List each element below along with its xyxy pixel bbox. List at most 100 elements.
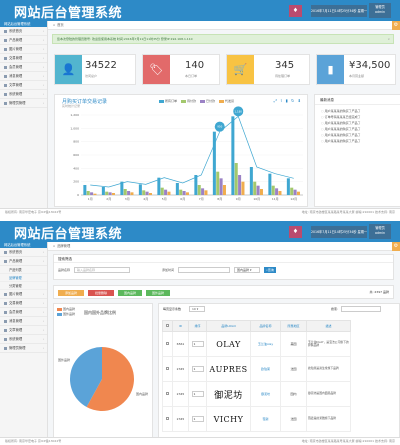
sidebar-item-article[interactable]: 文章管理 › [0,326,47,335]
breadcrumb-current[interactable]: 品牌管理 [57,244,70,248]
cell-description: 薇姿是欧莱雅旗下品牌 [306,406,351,432]
image-icon [4,47,7,51]
home-icon[interactable]: ⌂ [53,244,55,248]
bar-已付款 [238,175,242,195]
column-header[interactable]: 品牌LOGO [206,320,251,332]
chevron-right-icon: › [42,47,44,51]
domestic-brand-button[interactable]: 国内品牌 [118,290,142,296]
sidebar-item-image[interactable]: 图片管理 › [0,290,47,299]
sidebar-item-image[interactable]: 图片管理 › [0,45,47,54]
country-select[interactable]: 国内品牌 ▾ [234,267,260,273]
bar-代发货 [278,191,282,195]
sidebar-item-admin[interactable]: 管理员管理 › [0,99,47,108]
sidebar-subitem[interactable]: 品牌管理 [0,274,47,282]
sort-input[interactable]: 1 [191,391,204,397]
sort-input[interactable]: 1 [191,416,204,422]
row-checkbox[interactable] [166,417,169,420]
user-menu[interactable]: 管理员 admin [369,224,391,239]
column-header[interactable]: 描述 [306,320,351,332]
row-checkbox[interactable] [166,367,169,370]
chevron-right-icon: › [42,301,44,305]
stat-card-visits: 👤 34522 访问总户 [54,54,136,85]
sidebar-item-box[interactable]: 产品管理 › [0,36,47,45]
select-all-checkbox[interactable] [166,324,169,327]
app-logo: 网站后台管理系统 [14,227,123,242]
bar-已付款 [182,191,186,195]
page-size-select[interactable]: 10 ▾ [189,306,205,312]
sidebar-subitem[interactable]: 分类管理 [0,282,47,290]
sort-input[interactable]: 1 [191,341,204,347]
add-brand-button[interactable]: 添加品牌 [58,290,84,296]
brand-name-link[interactable]: 御泥坊 [250,381,281,407]
cell-id: 2345 [172,356,189,382]
user-icon [4,65,7,69]
bar-已付款 [293,189,297,195]
sidebar-subitem[interactable]: 产品列表 [0,266,47,274]
image-icon [4,292,7,296]
notification-button[interactable]: ♦ [289,5,302,17]
home-icon[interactable]: ⌂ [53,23,55,27]
bar-待付款 [123,189,127,195]
bar-所有订单 [83,185,87,195]
notification-button[interactable]: ♦ [289,226,302,238]
sidebar-item-admin[interactable]: 管理员管理 › [0,344,47,353]
row-checkbox[interactable] [166,392,169,395]
bar-代发货 [204,190,208,195]
column-header[interactable]: 所属地区 [280,320,307,332]
query-button[interactable]: ⌕查询 [264,267,276,273]
sidebar-item-user[interactable]: 会员管理 › [0,308,47,317]
foreign-brand-button[interactable]: 国外品牌 [146,290,170,296]
sidebar-item-home[interactable]: 系统首页 › [0,27,47,36]
table-search-input[interactable] [341,306,381,312]
sidebar: 网站后台管理系统 系统首页 › 产品管理 › 图片管理 › 交易管理 › 会员管理 › 消息管理 › 文… [0,21,48,208]
article-icon [4,328,7,332]
user-menu[interactable]: 管理员 admin [369,3,391,18]
username: admin [375,231,385,235]
chevron-right-icon: › [42,56,44,60]
sidebar-item-label: 消息管理 [9,74,23,78]
sort-input[interactable]: 1 [191,366,204,372]
table-row: 2345 1 AUPRES 欧珀莱 法国 欧珀莱是资生堂旗下品牌 [162,356,351,382]
breadcrumb-current[interactable]: 首页 [57,23,64,27]
bar-已付款 [145,191,149,195]
news-item[interactable]: 用户某某某的购买了产品了 [321,138,400,144]
x-tick-label: 10月 [253,197,260,201]
top-header: 网站后台管理系统 ♦ 2016年7月11日14时25分34秒 星期一 管理员 a… [0,0,400,21]
sidebar-item-home[interactable]: 系统首页 › [0,248,47,257]
sidebar-item-user[interactable]: 会员管理 › [0,63,47,72]
breadcrumb: ⌂ 首页 [48,21,400,30]
brand-name-link[interactable]: 玉兰油olay [250,331,281,357]
bar-待付款 [290,187,294,195]
brand-name-input[interactable]: 输入品牌名称 [74,267,130,273]
chevron-right-icon: › [42,65,44,69]
date-label: 添加时间 [162,268,175,272]
stat-value: 34522 [85,60,117,71]
sidebar-item-trade[interactable]: 交易管理 › [0,54,47,63]
sidebar-item-box[interactable]: 产品管理 › [0,257,47,266]
sidebar-item-message[interactable]: 消息管理 › [0,72,47,81]
sidebar-item-gear[interactable]: 系统管理 › [0,90,47,99]
sidebar-item-trade[interactable]: 交易管理 › [0,299,47,308]
footer-address: 地址: 南京市鼓楼区某某路某号某某大厦 邮编:210001 技术支持: 南京 [301,210,395,214]
row-select-cell [162,331,173,357]
row-checkbox[interactable] [166,342,169,345]
date-input[interactable] [178,267,230,273]
sidebar-item-gear[interactable]: 系统管理 › [0,335,47,344]
sidebar-item-message[interactable]: 消息管理 › [0,317,47,326]
brand-name-link[interactable]: 薇姿 [250,406,281,432]
sidebar-item-article[interactable]: 文章管理 › [0,81,47,90]
column-header[interactable]: ID [172,320,189,332]
row-select-cell [162,381,173,407]
settings-button[interactable]: ⚙ [392,242,400,251]
brand-name-link[interactable]: 欧珀莱 [250,356,281,382]
sidebar-item-label: 会员管理 [9,65,23,69]
bell-icon: ♦ [292,228,299,235]
y-tick-label: 400 [73,166,79,170]
batch-delete-button[interactable]: 批量删除 [88,290,114,296]
brand-pie-panel: 国内品牌 国外品牌 国内国外品牌比例 国外品牌 国内品牌 [53,303,153,445]
column-header[interactable]: 排序 [188,320,207,332]
box-icon [4,38,7,42]
close-icon[interactable]: × [387,35,390,43]
settings-button[interactable]: ⚙ [392,21,400,30]
column-header[interactable]: 品牌名称 [250,320,281,332]
